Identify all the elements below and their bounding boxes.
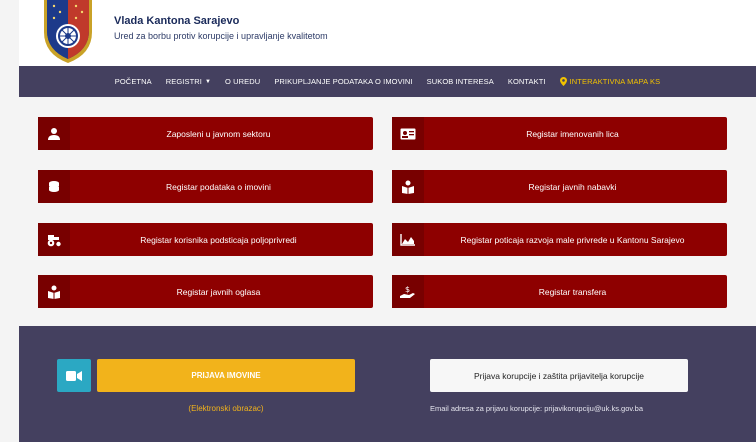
nav-label: PRIKUPLJANJE PODATAKA O IMOVINI [274, 77, 413, 86]
nav-label: POČETNA [114, 77, 152, 86]
hand-money-icon: $ [392, 275, 424, 308]
coat-of-arms-logo[interactable] [38, 0, 98, 64]
nav-sukob-interesa[interactable]: SUKOB INTERESA [427, 77, 494, 86]
register-imovina-button[interactable]: Registar podataka o imovini [38, 170, 373, 203]
register-nabavki-button[interactable]: Registar javnih nabavki [392, 170, 727, 203]
electronic-form-link[interactable]: (Elektronski obrazac) [97, 404, 355, 413]
nav-label: SUKOB INTERESA [426, 77, 494, 86]
register-label: Registar korisnika podsticaja poljoprivr… [140, 234, 297, 245]
nav-interaktivna-mapa[interactable]: INTERAKTIVNA MAPA KS [559, 77, 661, 86]
id-card-icon [392, 117, 424, 150]
svg-text:$: $ [405, 285, 410, 294]
user-icon [38, 117, 70, 150]
report-corruption-button[interactable]: Prijava korupcije i zaštita prijavitelja… [430, 359, 688, 392]
register-imenovanih-button[interactable]: Registar imenovanih lica [392, 117, 727, 150]
page: Vlada Kantona Sarajevo Ured za borbu pro… [0, 0, 756, 442]
register-label: Registar poticaja razvoja male privrede … [460, 234, 685, 245]
register-mala-privreda-button[interactable]: Registar poticaja razvoja male privrede … [392, 223, 727, 256]
nav-label: REGISTRI [165, 77, 202, 86]
tractor-icon [38, 223, 70, 256]
register-label: Registar podataka o imovini [166, 181, 271, 192]
prijava-imovine-button[interactable]: PRIJAVA IMOVINE [97, 359, 355, 392]
register-label: Registar imenovanih lica [526, 128, 619, 139]
registers-section: Zaposleni u javnom sektoru Registar imen… [19, 97, 756, 326]
site-title: Vlada Kantona Sarajevo [114, 15, 240, 27]
register-oglasa-button[interactable]: Registar javnih oglasa [38, 275, 373, 308]
register-label: Registar transfera [538, 286, 607, 297]
caret-down-icon: ▼ [204, 78, 212, 85]
report-email-text: Email adresa za prijavu korupcije: prija… [430, 404, 643, 413]
reader-icon [392, 170, 424, 203]
video-button[interactable] [57, 359, 91, 392]
footer-section: PRIJAVA IMOVINE (Elektronski obrazac) Pr… [19, 326, 756, 442]
coins-icon [38, 170, 70, 203]
site-subtitle: Ured za borbu protiv korupcije i upravlj… [114, 31, 328, 41]
nav-kontakti[interactable]: KONTAKTI [508, 77, 546, 86]
register-poljoprivreda-button[interactable]: Registar korisnika podsticaja poljoprivr… [38, 223, 373, 256]
video-camera-icon [66, 370, 82, 381]
register-transfera-button[interactable]: $ Registar transfera [392, 275, 727, 308]
map-pin-icon [559, 77, 567, 86]
reader-icon [38, 275, 70, 308]
nav-label: INTERAKTIVNA MAPA KS [569, 77, 661, 86]
nav-label: O UREDU [225, 77, 261, 86]
nav-prikupljanje[interactable]: PRIKUPLJANJE PODATAKA O IMOVINI [274, 77, 412, 86]
site-header: Vlada Kantona Sarajevo Ured za borbu pro… [19, 0, 756, 66]
nav-pocetna[interactable]: POČETNA [115, 77, 152, 86]
register-label: Zaposleni u javnom sektoru [166, 128, 271, 139]
nav-o-uredu[interactable]: O UREDU [225, 77, 260, 86]
register-label: Registar javnih oglasa [176, 286, 261, 297]
register-zaposleni-button[interactable]: Zaposleni u javnom sektoru [38, 117, 373, 150]
register-label: Registar javnih nabavki [528, 181, 617, 192]
nav-label: KONTAKTI [507, 77, 546, 86]
area-chart-icon [392, 223, 424, 256]
nav-registri-dropdown[interactable]: REGISTRI ▼ [166, 77, 211, 86]
main-navigation: POČETNA REGISTRI ▼ O UREDU PRIKUPLJANJE … [19, 66, 756, 97]
